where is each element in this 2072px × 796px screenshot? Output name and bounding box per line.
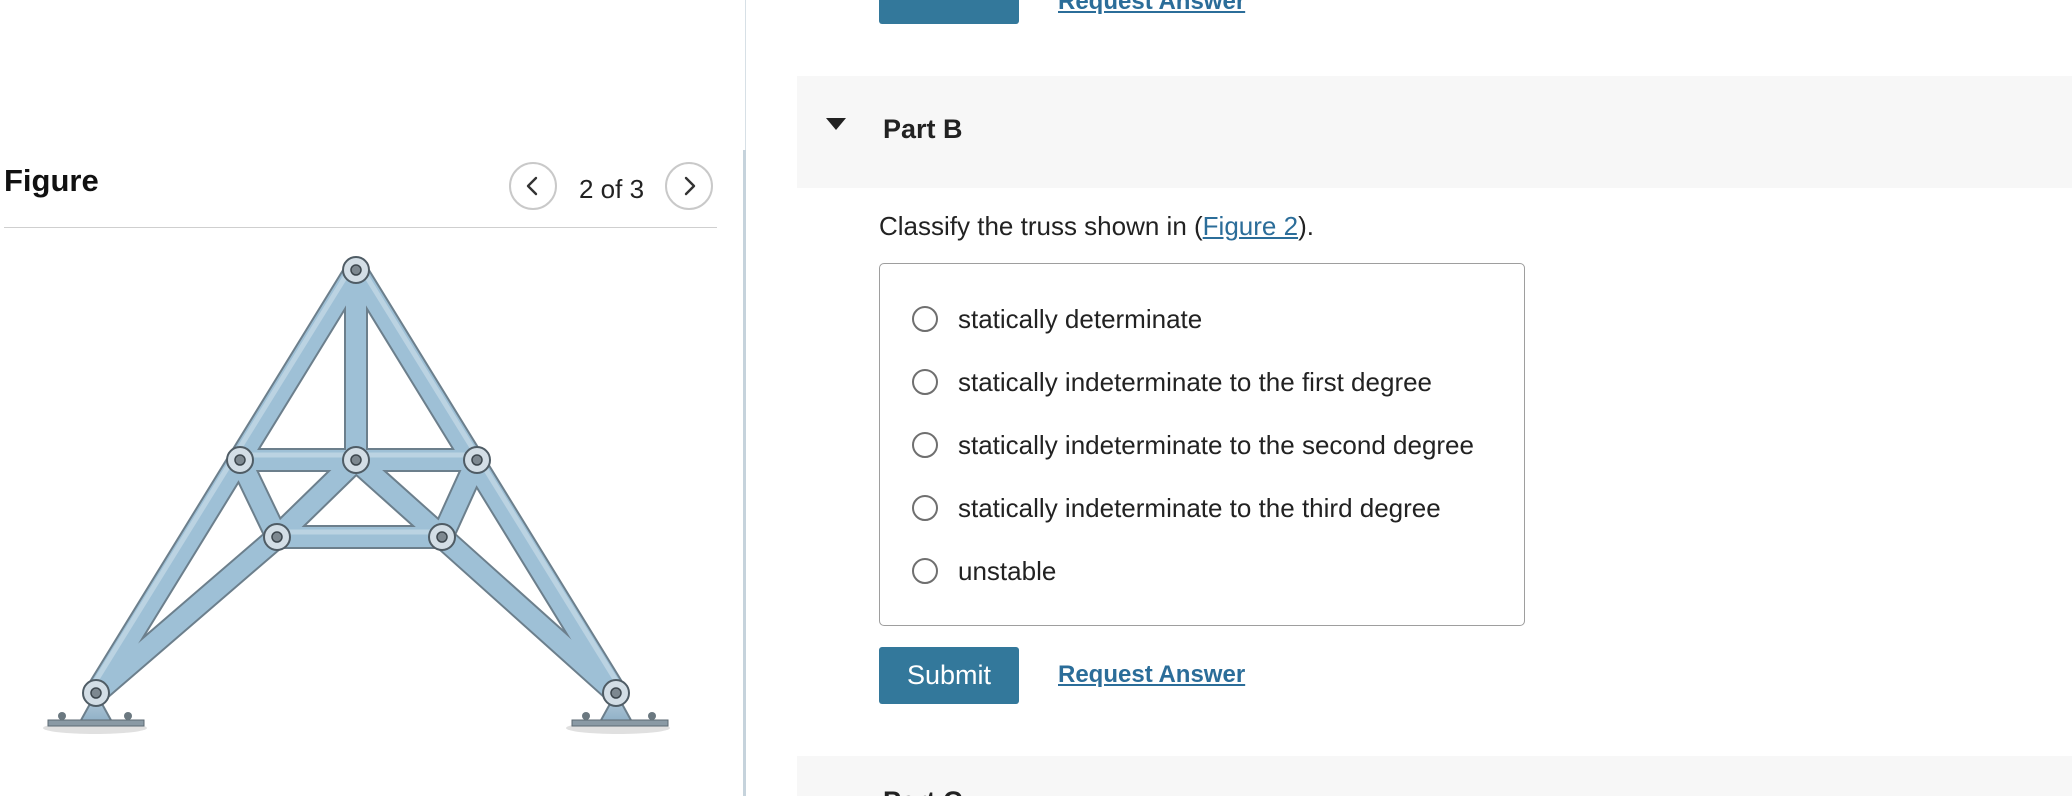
radio-button[interactable]: [912, 495, 938, 521]
truss-members: [84, 258, 628, 705]
radio-button[interactable]: [912, 306, 938, 332]
option-indeterminate-second-degree[interactable]: statically indeterminate to the second d…: [912, 425, 1474, 465]
figure-page-counter: 2 of 3: [579, 174, 645, 204]
part-b-title: Part B: [883, 114, 963, 144]
option-indeterminate-third-degree[interactable]: statically indeterminate to the third de…: [912, 488, 1441, 528]
option-label: statically indeterminate to the third de…: [958, 492, 1441, 523]
option-label: unstable: [958, 555, 1057, 586]
part-a-submit-button[interactable]: [879, 0, 1019, 24]
figure-pane: Figure 2 of 3: [0, 0, 745, 796]
prompt-text-end: ).: [1298, 211, 1314, 241]
part-c-header[interactable]: Part C: [797, 756, 2072, 796]
radio-button[interactable]: [912, 558, 938, 584]
option-indeterminate-first-degree[interactable]: statically indeterminate to the first de…: [912, 362, 1432, 402]
part-b-header[interactable]: Part B: [797, 76, 2072, 188]
figure-title: Figure: [4, 163, 99, 198]
chevron-left-icon: [526, 176, 538, 196]
option-label: statically determinate: [958, 303, 1203, 334]
option-statically-determinate[interactable]: statically determinate: [912, 299, 1202, 339]
answer-options: statically determinate statically indete…: [879, 263, 1525, 626]
prompt-text: Classify the truss shown in (: [879, 211, 1203, 241]
request-answer-link[interactable]: Request Answer: [1058, 661, 1245, 689]
submit-button[interactable]: Submit: [879, 647, 1019, 704]
caret-down-icon: [826, 118, 846, 130]
truss-figure: [43, 256, 670, 734]
option-label: statically indeterminate to the first de…: [958, 366, 1433, 397]
figure-2-link[interactable]: Figure 2: [1203, 211, 1298, 241]
chevron-right-icon: [684, 176, 696, 196]
part-a-request-answer-link[interactable]: Request Answer: [1058, 0, 1245, 16]
pane-divider-top: [745, 0, 746, 150]
page: Figure 2 of 3 Request Answer Part B Clas…: [0, 0, 2072, 796]
part-c-title: Part C: [883, 786, 963, 796]
radio-button[interactable]: [912, 369, 938, 395]
radio-button[interactable]: [912, 432, 938, 458]
next-figure-button[interactable]: [665, 162, 713, 210]
question-prompt: Classify the truss shown in (Figure 2).: [879, 211, 1314, 242]
option-unstable[interactable]: unstable: [912, 551, 1056, 591]
previous-figure-button[interactable]: [509, 162, 557, 210]
option-label: statically indeterminate to the second d…: [958, 429, 1474, 460]
pane-splitter[interactable]: [743, 150, 746, 796]
figure-divider: [4, 227, 717, 228]
